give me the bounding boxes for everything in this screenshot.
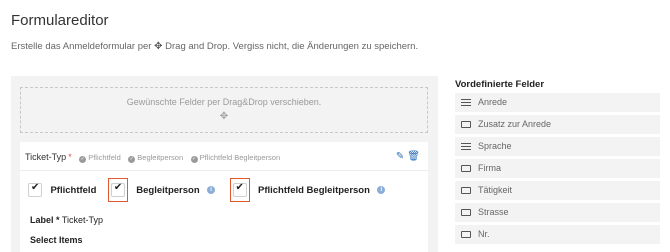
- sidebar-item-sprache[interactable]: Sprache: [455, 137, 660, 156]
- sidebar-item-nr[interactable]: Nr.: [455, 225, 660, 244]
- info-icon[interactable]: i: [377, 186, 386, 194]
- checkbox-begleitperson[interactable]: ✔: [110, 181, 125, 197]
- label-field: Label * Ticket-Typ: [30, 215, 103, 225]
- input-icon: [461, 165, 471, 172]
- check-circle-icon: ✓: [128, 156, 136, 163]
- required-mark: *: [68, 152, 72, 162]
- input-icon: [461, 121, 471, 128]
- check-icon: ✔: [235, 181, 244, 193]
- check-icon: ✔: [113, 181, 123, 193]
- select-items-heading: Select Items: [30, 235, 83, 245]
- move-icon: ✥: [154, 41, 163, 52]
- divider: [20, 170, 428, 171]
- checkbox-row: ✔ Pflichtfeld ✔ Begleitperson i ✔ Pflich…: [28, 178, 386, 202]
- tag-pflichtfeld-begleitperson: ✓ Pflichtfeld Begleitperson: [190, 153, 281, 163]
- sidebar-item-firma[interactable]: Firma: [455, 159, 660, 178]
- edit-icon[interactable]: ✎: [396, 151, 404, 162]
- checkbox-pflichtfeld[interactable]: ✔: [28, 182, 42, 197]
- drop-zone[interactable]: Gewünschte Felder per Drag&Drop verschie…: [20, 87, 428, 133]
- field-header: Ticket-Typ * ✓ Pflichtfeld ✓ Begleitperson …: [25, 152, 280, 163]
- page-subtitle: Erstelle das Anmeldeformular per ✥ Drag …: [11, 41, 419, 52]
- highlight-box: ✔: [107, 178, 128, 202]
- field-actions: ✎ 🗑: [396, 151, 420, 162]
- input-icon: [461, 209, 471, 216]
- trash-icon[interactable]: 🗑: [407, 151, 420, 162]
- checkbox-label-begleitperson: Begleitperson: [136, 184, 200, 196]
- page-title: Formulareditor: [11, 12, 109, 29]
- sidebar-item-zusatz-zur-anrede[interactable]: Zusatz zur Anrede: [455, 115, 660, 134]
- input-icon: [461, 231, 471, 238]
- check-icon: ✔: [31, 182, 40, 193]
- checkbox-label-pflichtfeld-begleitperson: Pflichtfeld Begleitperson: [258, 184, 370, 196]
- sidebar-item-taetigkeit[interactable]: Tätigkeit: [455, 181, 660, 200]
- sidebar-item-anrede[interactable]: Anrede: [455, 93, 660, 112]
- check-circle-icon: ✓: [79, 156, 87, 163]
- drop-zone-hint: Gewünschte Felder per Drag&Drop verschie…: [126, 97, 322, 107]
- move-icon: ✥: [219, 111, 229, 122]
- field-card-ticket-typ[interactable]: Ticket-Typ * ✓ Pflichtfeld ✓ Begleitperson …: [20, 142, 428, 252]
- highlight-box: ✔: [229, 178, 250, 202]
- checkbox-label-pflichtfeld: Pflichtfeld: [50, 184, 97, 196]
- checkbox-pflichtfeld-begleitperson[interactable]: ✔: [232, 181, 247, 197]
- sidebar-title: Vordefinierte Felder: [455, 79, 545, 90]
- label-value[interactable]: Ticket-Typ: [62, 215, 103, 225]
- tag-begleitperson: ✓ Begleitperson: [128, 153, 184, 163]
- sidebar-item-strasse[interactable]: Strasse: [455, 203, 660, 222]
- tag-pflichtfeld: ✓ Pflichtfeld: [79, 153, 121, 163]
- list-icon: [461, 143, 471, 150]
- predefined-fields-list: Anrede Zusatz zur Anrede Sprache Firma T…: [455, 93, 660, 247]
- check-circle-icon: ✓: [190, 156, 198, 163]
- form-canvas: Gewünschte Felder per Drag&Drop verschie…: [11, 76, 438, 252]
- field-name: Ticket-Typ: [25, 152, 67, 162]
- list-icon: [461, 99, 471, 106]
- label-title: Label *: [30, 215, 60, 225]
- input-icon: [461, 187, 471, 194]
- info-icon[interactable]: i: [207, 186, 216, 194]
